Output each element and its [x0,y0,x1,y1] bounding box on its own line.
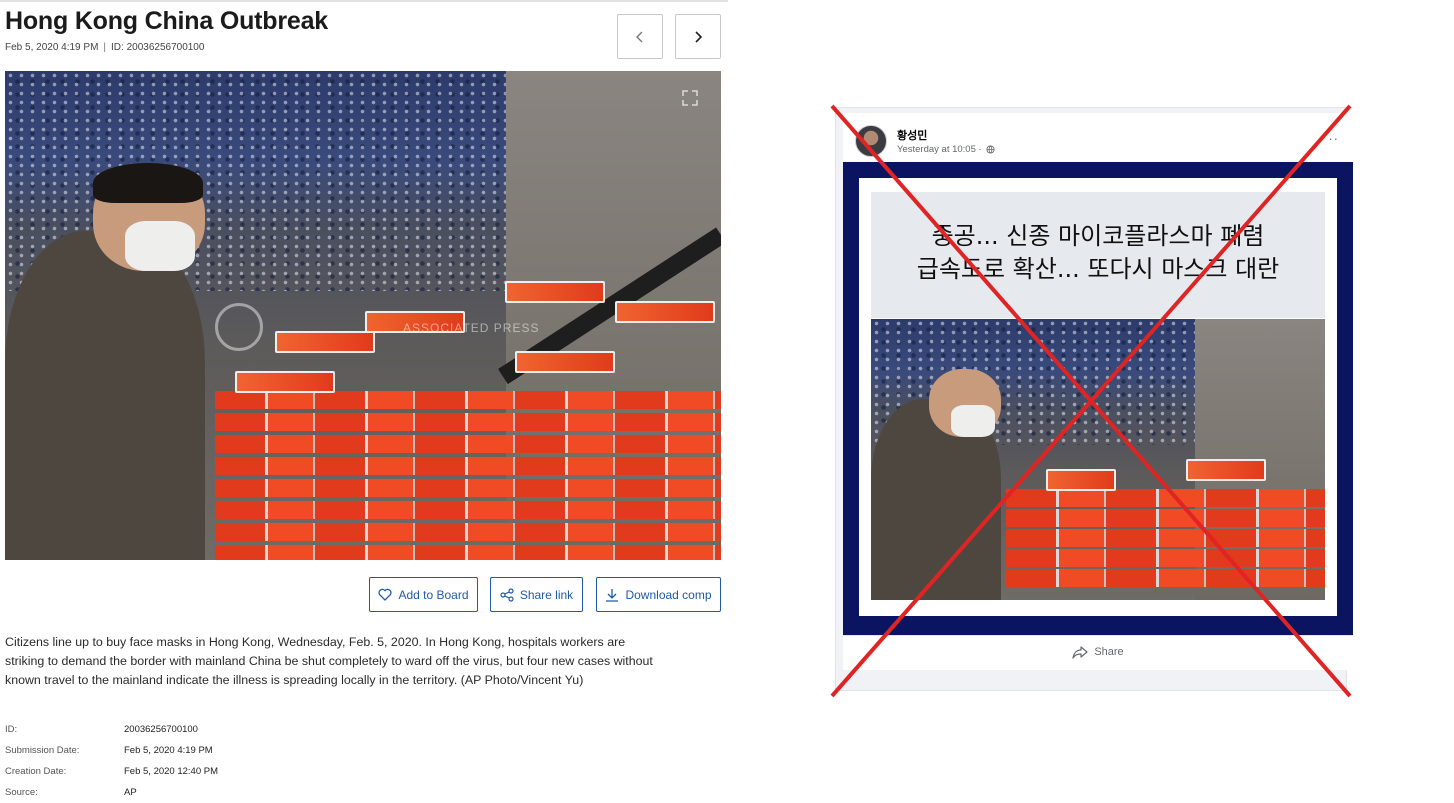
chevron-left-icon [636,31,643,42]
box-row [215,391,721,409]
box-row [215,413,721,431]
photo-watermark-text: ASSOCIATED PRESS [403,321,540,335]
page-title: Hong Kong China Outbreak [5,7,328,35]
download-comp-label: Download comp [625,587,712,602]
facebook-post: 황성민 Yesterday at 10:05 · ·· 중공... 신종 마이코… [829,103,1353,699]
box-top [275,331,375,353]
expand-icon[interactable] [681,89,699,107]
metadata-key: Source: [5,787,38,798]
metadata-value: 20036256700100 [124,724,198,735]
box-top [515,351,615,373]
ap-photo-page: Hong Kong China Outbreak Feb 5, 2020 4:1… [0,0,728,803]
box-row [215,501,721,519]
metadata-key: ID: [5,724,18,735]
previous-button[interactable] [617,14,663,59]
photo-man-hair [93,163,203,203]
photo-meta: Feb 5, 2020 4:19 PM | ID: 20036256700100 [5,42,204,53]
box-row [215,479,721,497]
metadata-value: Feb 5, 2020 12:40 PM [124,766,219,777]
photo-id: ID: 20036256700100 [111,42,205,53]
photo-mask-boxes [215,271,721,560]
top-divider [0,0,728,2]
photo-caption: Citizens line up to buy face masks in Ho… [5,635,653,687]
box-row [215,545,721,560]
share-link-label: Share link [519,587,574,602]
share-icon [500,587,514,602]
box-top [235,371,335,393]
chevron-right-icon [695,30,703,43]
main-photo[interactable]: ASSOCIATED PRESS [5,71,721,560]
photo-date: Feb 5, 2020 4:19 PM [5,42,99,53]
metadata-value: Feb 5, 2020 4:19 PM [124,745,213,756]
add-to-board-label: Add to Board [398,587,469,602]
metadata-key: Submission Date: [5,745,80,756]
box-row [215,457,721,475]
box-top [505,281,605,303]
metadata-value: AP [124,787,137,798]
metadata-key: Creation Date: [5,766,67,777]
heart-icon [378,588,392,601]
next-button[interactable] [675,14,721,59]
meta-separator: | [103,42,107,53]
photo-face-mask [125,221,195,271]
ap-watermark-logo [215,303,263,351]
box-row [215,435,721,453]
download-comp-button[interactable]: Download comp [596,577,721,612]
box-row [215,523,721,541]
add-to-board-button[interactable]: Add to Board [369,577,478,612]
share-link-button[interactable]: Share link [490,577,583,612]
photo-man-body [5,231,205,560]
download-icon [606,588,619,602]
red-cross-overlay [830,104,1352,698]
box-top [615,301,715,323]
